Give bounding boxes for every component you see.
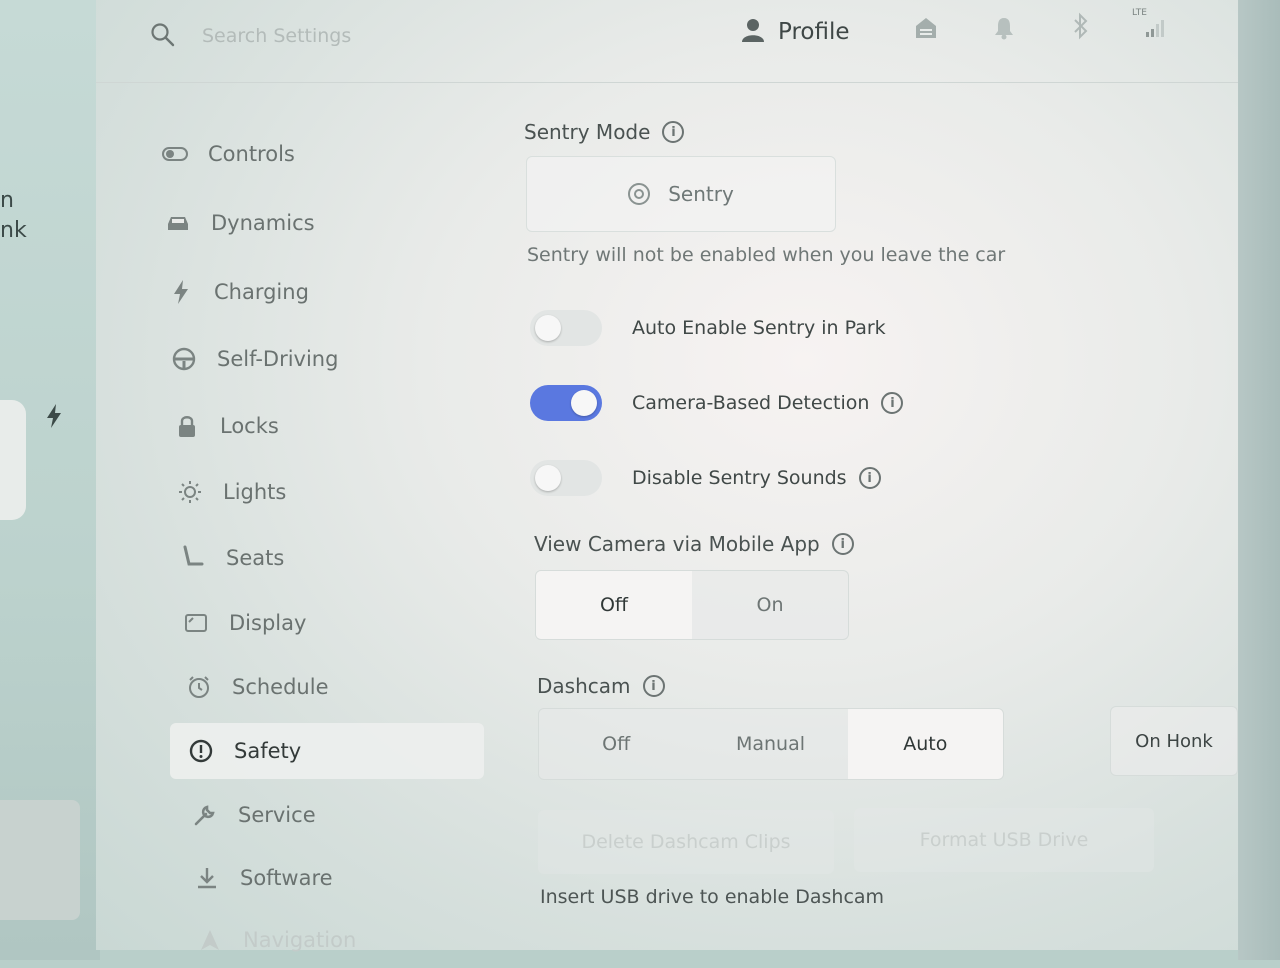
toggle-knob — [535, 465, 561, 491]
auto-enable-sentry-row: Auto Enable Sentry in Park — [530, 308, 886, 348]
sidebar-item-display[interactable]: Display — [183, 595, 497, 651]
sidebar-item-label: Controls — [208, 142, 295, 166]
dashcam-usb-note: Insert USB drive to enable Dashcam — [540, 886, 885, 908]
sidebar-item-label: Safety — [234, 739, 302, 763]
view-camera-option-off[interactable]: Off — [536, 571, 692, 639]
dashcam-heading: Dashcam i — [537, 674, 665, 698]
sidebar-item-schedule[interactable]: Schedule — [186, 659, 500, 715]
disable-sounds-row: Disable Sentry Sounds i — [530, 458, 881, 498]
auto-enable-sentry-label: Auto Enable Sentry in Park — [632, 317, 886, 339]
camera-detection-toggle[interactable] — [530, 385, 602, 421]
search-icon[interactable] — [150, 22, 176, 48]
format-usb-button[interactable]: Format USB Drive — [854, 808, 1154, 872]
sidebar-item-locks[interactable]: Locks — [174, 398, 488, 454]
sidebar-item-label: Self-Driving — [217, 347, 339, 371]
sidebar-item-label: Dynamics — [211, 211, 315, 235]
sidebar-item-software[interactable]: Software — [194, 850, 508, 906]
info-icon[interactable]: i — [881, 392, 904, 414]
view-camera-selector: Off On — [535, 570, 849, 640]
sentry-note: Sentry will not be enabled when you leav… — [527, 244, 1006, 266]
sentry-button-label: Sentry — [668, 182, 734, 206]
view-camera-heading: View Camera via Mobile App i — [534, 532, 854, 556]
toggle-knob — [571, 390, 597, 416]
sidebar-item-label: Charging — [214, 280, 309, 304]
sidebar-item-safety[interactable]: Safety — [170, 723, 484, 779]
car-icon — [165, 210, 191, 236]
toggle-label-wrap: Auto Enable Sentry in Park — [632, 317, 886, 339]
disable-sounds-label: Disable Sentry Sounds — [632, 467, 847, 489]
auto-enable-sentry-toggle[interactable] — [530, 310, 602, 346]
car-image — [0, 400, 26, 520]
screen-bezel — [1238, 0, 1280, 960]
view-camera-option-on[interactable]: On — [692, 571, 848, 639]
info-icon[interactable]: i — [831, 533, 854, 555]
charging-bolt-icon — [46, 404, 62, 434]
sidebar-item-dynamics[interactable]: Dynamics — [165, 195, 479, 251]
sidebar-item-label: Seats — [226, 546, 285, 570]
bolt-icon — [168, 279, 194, 305]
left-fragment-text: n — [0, 188, 14, 213]
sidebar-item-charging[interactable]: Charging — [168, 264, 482, 320]
dashcam-selector: Off Manual Auto — [538, 708, 1004, 780]
info-icon[interactable]: i — [642, 675, 665, 697]
seat-icon — [180, 545, 206, 571]
alert-circle-icon — [188, 738, 214, 764]
disable-sounds-toggle[interactable] — [530, 460, 602, 496]
toggle-label-wrap: Camera-Based Detection i — [632, 392, 904, 414]
toggle-icon — [162, 141, 188, 167]
navigation-icon — [197, 927, 223, 953]
sun-icon — [177, 479, 203, 505]
dashcam-option-auto[interactable]: Auto — [847, 709, 1003, 779]
on-honk-button[interactable]: On Honk — [1110, 706, 1238, 776]
sidebar-item-label: Display — [229, 611, 307, 635]
camera-detection-label: Camera-Based Detection — [632, 392, 870, 414]
dashcam-title: Dashcam — [537, 674, 631, 698]
view-camera-title: View Camera via Mobile App — [534, 532, 820, 556]
settings-screen: Profile LTE Controls Dynamics Charging — [96, 0, 1238, 953]
delete-dashcam-clips-button[interactable]: Delete Dashcam Clips — [538, 810, 834, 874]
sidebar-item-service[interactable]: Service — [192, 787, 506, 843]
background-panel: n nk — [0, 0, 100, 960]
sentry-icon — [628, 183, 651, 205]
dashcam-option-off[interactable]: Off — [539, 709, 693, 779]
left-fragment-text: nk — [0, 218, 27, 243]
steering-wheel-icon — [171, 346, 197, 372]
info-icon[interactable]: i — [858, 467, 881, 489]
sidebar-item-self-driving[interactable]: Self-Driving — [171, 331, 485, 387]
sidebar-item-lights[interactable]: Lights — [177, 464, 491, 520]
sidebar-item-label: Locks — [220, 414, 279, 438]
dashcam-option-manual[interactable]: Manual — [693, 709, 847, 779]
sidebar-item-label: Navigation — [243, 928, 357, 952]
toggle-label-wrap: Disable Sentry Sounds i — [632, 467, 881, 489]
lock-icon — [174, 413, 200, 439]
info-icon[interactable]: i — [662, 121, 685, 143]
display-icon — [183, 610, 209, 636]
sentry-button[interactable]: Sentry — [526, 156, 836, 232]
download-icon — [194, 865, 220, 891]
sentry-mode-heading: Sentry Mode i — [524, 120, 685, 144]
sidebar-item-seats[interactable]: Seats — [180, 530, 494, 586]
sidebar-item-label: Lights — [223, 480, 287, 504]
toggle-knob — [535, 315, 561, 341]
sidebar-item-label: Service — [238, 803, 316, 827]
safety-settings-panel: Sentry Mode i Sentry Sentry will not be … — [524, 0, 1238, 950]
sidebar-item-label: Software — [240, 866, 333, 890]
alarm-clock-icon — [186, 674, 212, 700]
sentry-mode-title: Sentry Mode — [524, 120, 651, 144]
sidebar-item-controls[interactable]: Controls — [162, 126, 476, 182]
thumbnail-image — [0, 800, 80, 920]
wrench-icon — [192, 802, 218, 828]
sidebar-item-label: Schedule — [232, 675, 329, 699]
camera-detection-row: Camera-Based Detection i — [530, 383, 904, 423]
